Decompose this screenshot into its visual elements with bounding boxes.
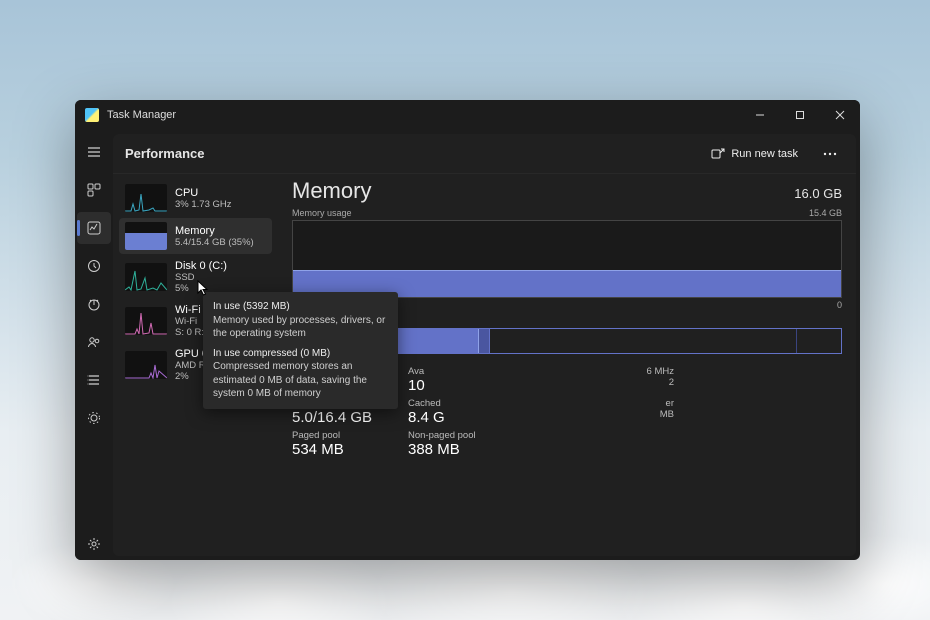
formfactor-frag: er <box>524 398 674 409</box>
task-manager-window: Task Manager <box>75 100 860 560</box>
run-new-task-label: Run new task <box>731 148 798 160</box>
processes-icon[interactable] <box>77 174 111 206</box>
history-icon[interactable] <box>77 250 111 282</box>
composition-free[interactable] <box>797 329 841 353</box>
more-options-button[interactable] <box>816 140 844 168</box>
maximize-button[interactable] <box>780 100 820 130</box>
available-value: 10 <box>408 377 518 394</box>
app-icon <box>85 108 99 122</box>
close-button[interactable] <box>820 100 860 130</box>
performance-icon[interactable] <box>77 212 111 244</box>
usage-label: Memory usage <box>292 208 352 218</box>
memory-sub: 5.4/15.4 GB (35%) <box>175 237 254 248</box>
services-icon[interactable] <box>77 402 111 434</box>
wifi-thumb <box>125 307 167 335</box>
reserved-frag: MB <box>524 409 674 420</box>
speed-frag: 6 MHz <box>524 366 674 377</box>
tooltip-line1: In use (5392 MB) <box>278 300 388 314</box>
tooltip-line3: In use compressed (0 MB) <box>278 347 388 361</box>
sidebar-item-cpu[interactable]: CPU 3% 1.73 GHz <box>119 180 272 216</box>
axis-right: 0 <box>837 300 842 310</box>
sidebar-item-memory[interactable]: Memory 5.4/15.4 GB (35%) <box>119 218 272 254</box>
cpu-thumb <box>125 184 167 212</box>
section-header: Performance Run new task <box>113 134 856 174</box>
memory-usage-chart[interactable] <box>292 220 842 298</box>
memory-thumb <box>125 222 167 250</box>
tooltip-line2: Memory used by processes, drivers, or th… <box>278 314 388 341</box>
memory-name: Memory <box>175 225 254 237</box>
titlebar[interactable]: Task Manager <box>75 100 860 130</box>
section-title: Performance <box>125 146 204 161</box>
run-new-task-button[interactable]: Run new task <box>701 140 808 168</box>
cpu-name: CPU <box>175 187 232 199</box>
window-title: Task Manager <box>107 109 176 121</box>
cpu-sub: 3% 1.73 GHz <box>175 199 232 210</box>
memory-title: Memory <box>292 178 371 204</box>
available-label: Ava <box>408 366 518 377</box>
gpu-thumb <box>125 351 167 379</box>
disk-sub: SSD <box>175 272 227 283</box>
nonpaged-label: Non-paged pool <box>408 430 518 441</box>
run-task-icon <box>711 147 725 161</box>
cached-value: 8.4 G <box>408 409 518 426</box>
memory-total: 16.0 GB <box>794 186 842 201</box>
usage-max: 15.4 GB <box>809 208 842 218</box>
startup-icon[interactable] <box>77 288 111 320</box>
tooltip-line4: Compressed memory stores an estimated 0 … <box>278 360 388 401</box>
details-icon[interactable] <box>77 364 111 396</box>
hamburger-icon[interactable] <box>77 136 111 168</box>
slots-frag: 2 <box>524 377 674 388</box>
nonpaged-value: 388 MB <box>408 441 518 458</box>
paged-label: Paged pool <box>292 430 402 441</box>
settings-icon[interactable] <box>77 528 111 560</box>
disk-thumb <box>125 263 167 291</box>
committed-value: 5.0/16.4 GB <box>292 409 402 426</box>
minimize-button[interactable] <box>740 100 780 130</box>
memory-detail: Memory 16.0 GB Memory usage 15.4 GB 60 s… <box>278 174 856 556</box>
paged-value: 534 MB <box>292 441 402 458</box>
disk-name: Disk 0 (C:) <box>175 260 227 272</box>
composition-standby[interactable] <box>490 329 797 353</box>
composition-tooltip: In use (5392 MB) Memory used by processe… <box>278 292 398 409</box>
users-icon[interactable] <box>77 326 111 358</box>
cached-label: Cached <box>408 398 518 409</box>
nav-rail <box>75 130 113 560</box>
composition-modified[interactable] <box>479 329 490 353</box>
ellipsis-icon <box>823 152 837 156</box>
content-pane: Performance Run new task <box>113 134 856 556</box>
